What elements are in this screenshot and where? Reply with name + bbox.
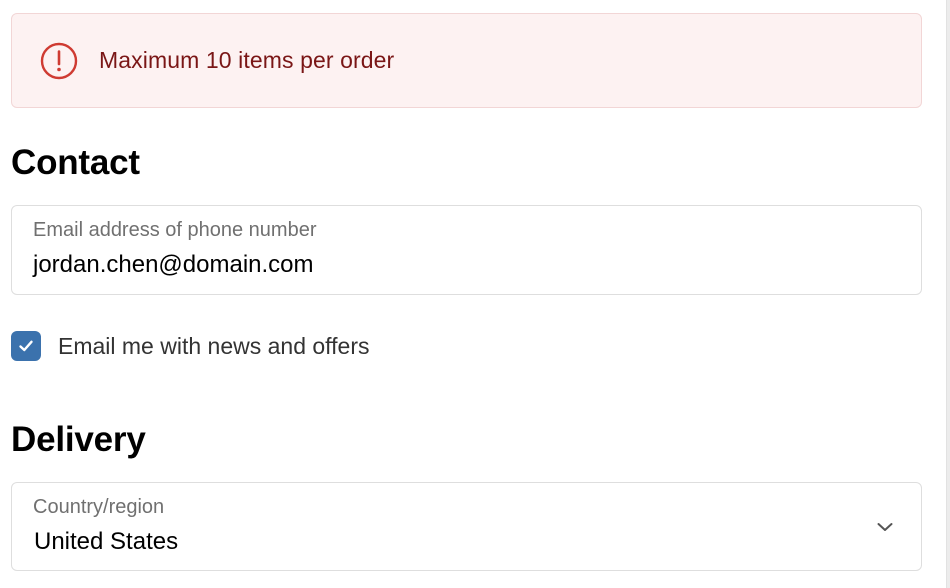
error-banner: Maximum 10 items per order (11, 13, 922, 108)
newsletter-option[interactable]: Email me with news and offers (11, 331, 370, 361)
newsletter-checkbox[interactable] (11, 331, 41, 361)
alert-circle-icon (40, 42, 78, 80)
country-select-value[interactable]: United States (34, 528, 178, 556)
checkout-page: Maximum 10 items per order Contact Email… (0, 0, 950, 588)
scrollbar-track[interactable] (946, 0, 950, 588)
email-field[interactable]: Email address of phone number jordan.che… (11, 205, 922, 295)
email-field-label: Email address of phone number (33, 219, 317, 241)
country-select-label: Country/region (33, 496, 165, 518)
checkmark-icon (19, 340, 33, 352)
newsletter-label[interactable]: Email me with news and offers (58, 333, 370, 360)
contact-heading: Contact (11, 143, 140, 182)
error-message: Maximum 10 items per order (99, 47, 395, 73)
country-select[interactable]: Country/region United States (11, 482, 922, 571)
email-field-value[interactable]: jordan.chen@domain.com (33, 251, 314, 279)
delivery-heading: Delivery (11, 420, 146, 459)
chevron-down-icon[interactable] (875, 517, 895, 537)
